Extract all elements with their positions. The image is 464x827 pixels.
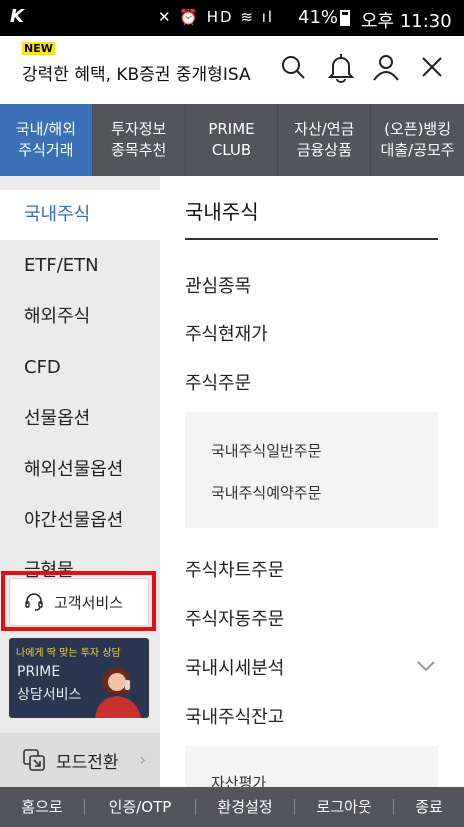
sidebar-item-domestic-stock[interactable]: 국내주식	[0, 190, 160, 240]
tab-label: 투자정보	[111, 120, 167, 138]
section-divider	[185, 238, 438, 240]
tab-label: 금융상품	[296, 141, 352, 159]
menu-item-auto-order[interactable]: 주식자동주문	[185, 605, 284, 631]
tab-domestic-overseas-stock[interactable]: 국내/해외 주식거래	[0, 104, 93, 176]
clock: 오후 11:30	[361, 11, 452, 32]
chevron-down-icon[interactable]	[415, 658, 437, 677]
submenu-item-reserved-order[interactable]: 국내주식예약주문	[211, 482, 321, 503]
menu-item-stock-balance[interactable]: 국내주식잔고	[185, 703, 284, 729]
battery-percent: 41%	[298, 7, 339, 28]
status-bar: K ✕ ⏰ HD ≋ ıl 41% 오후 11:30	[0, 0, 464, 36]
tab-label: 자산/연금	[294, 120, 355, 138]
tab-prime-club[interactable]: PRIME CLUB	[186, 104, 279, 176]
submenu-item-general-order[interactable]: 국내주식일반주문	[211, 440, 321, 461]
carrier-logo: K	[10, 6, 24, 27]
tab-label: 대출/공모주	[380, 141, 455, 159]
top-category-tabs: 국내/해외 주식거래 투자정보 종목추천 PRIME CLUB 자산/연금 금융…	[0, 104, 464, 176]
customer-service-button[interactable]: 고객서비스	[9, 578, 149, 626]
sidebar-item-futures-options[interactable]: 선물옵션	[0, 394, 160, 444]
banner-subtitle: 상담서비스	[17, 687, 82, 703]
user-icon[interactable]	[369, 50, 403, 84]
battery-icon	[340, 10, 350, 26]
promo-banner-text[interactable]: 강력한 혜택, KB증권 중개형ISA	[22, 60, 251, 85]
customer-service-label: 고객서비스	[54, 593, 124, 612]
tab-label: 국내/해외	[15, 120, 77, 138]
chevron-right-icon: ›	[139, 750, 146, 769]
menu-item-stock-price[interactable]: 주식현재가	[185, 320, 268, 346]
banner-caption: 나에게 딱 맞는 투자 상담	[16, 648, 121, 659]
sidebar-item-etf-etn[interactable]: ETF/ETN	[0, 241, 160, 291]
tab-label: PRIME	[208, 120, 255, 138]
consultant-illustration	[89, 660, 145, 718]
bell-icon[interactable]	[324, 50, 358, 84]
tab-label: 주식거래	[18, 141, 74, 159]
tab-label: (오픈)뱅킹	[384, 120, 452, 138]
close-icon[interactable]	[415, 50, 449, 84]
menu-item-chart-order[interactable]: 주식차트주문	[185, 556, 284, 582]
mode-switch-button[interactable]: 모드전환 ›	[0, 733, 160, 787]
exit-button[interactable]: 종료	[394, 787, 464, 827]
section-title: 국내주식	[185, 200, 259, 224]
tab-investment-info[interactable]: 투자정보 종목추천	[93, 104, 186, 176]
sidebar-item-cfd[interactable]: CFD	[0, 343, 160, 393]
mode-switch-label: 모드전환	[56, 752, 119, 773]
tab-label: CLUB	[211, 141, 252, 159]
auth-otp-button[interactable]: 인증/OTP	[85, 787, 195, 827]
submenu-box: 국내주식일반주문 국내주식예약주문	[185, 412, 438, 528]
tab-assets-pension[interactable]: 자산/연금 금융상품	[278, 104, 372, 176]
app-header: NEW 강력한 혜택, KB증권 중개형ISA	[0, 36, 464, 104]
tab-banking-loans[interactable]: (오픈)뱅킹 대출/공모주	[371, 104, 464, 176]
sidebar-item-night-futures[interactable]: 야간선물옵션	[0, 496, 160, 546]
sidebar-item-overseas-stock[interactable]: 해외주식	[0, 292, 160, 342]
menu-content: 국내주식 관심종목 주식현재가 주식주문 국내주식일반주문 국내주식예약주문 주…	[160, 176, 464, 787]
tab-label: 종목추천	[111, 141, 167, 159]
sidebar-item-overseas-futures[interactable]: 해외선물옵션	[0, 445, 160, 495]
home-button[interactable]: 홈으로	[0, 787, 84, 827]
left-sidebar: 국내주식 ETF/ETN 해외주식 CFD 선물옵션 해외선물옵션 야간선물옵션…	[0, 176, 160, 787]
submenu-item-asset-eval[interactable]: 자산평가	[211, 772, 266, 787]
logout-button[interactable]: 로그아웃	[295, 787, 393, 827]
settings-button[interactable]: 환경설정	[196, 787, 294, 827]
headset-icon	[24, 592, 44, 612]
status-icons: ✕ ⏰ HD ≋ ıl	[158, 8, 275, 26]
menu-item-stock-order[interactable]: 주식주문	[185, 369, 251, 395]
mode-switch-icon	[22, 748, 46, 772]
bottom-toolbar: 홈으로 인증/OTP 환경설정 로그아웃 종료	[0, 787, 464, 827]
submenu-box: 자산평가	[185, 746, 438, 787]
menu-item-watchlist[interactable]: 관심종목	[185, 272, 251, 298]
new-badge: NEW	[22, 42, 55, 55]
search-icon[interactable]	[276, 50, 310, 84]
banner-title: PRIME	[17, 664, 61, 680]
menu-item-market-analysis[interactable]: 국내시세분석	[185, 654, 284, 680]
prime-consult-banner[interactable]: 나에게 딱 맞는 투자 상담 PRIME 상담서비스	[9, 638, 149, 718]
